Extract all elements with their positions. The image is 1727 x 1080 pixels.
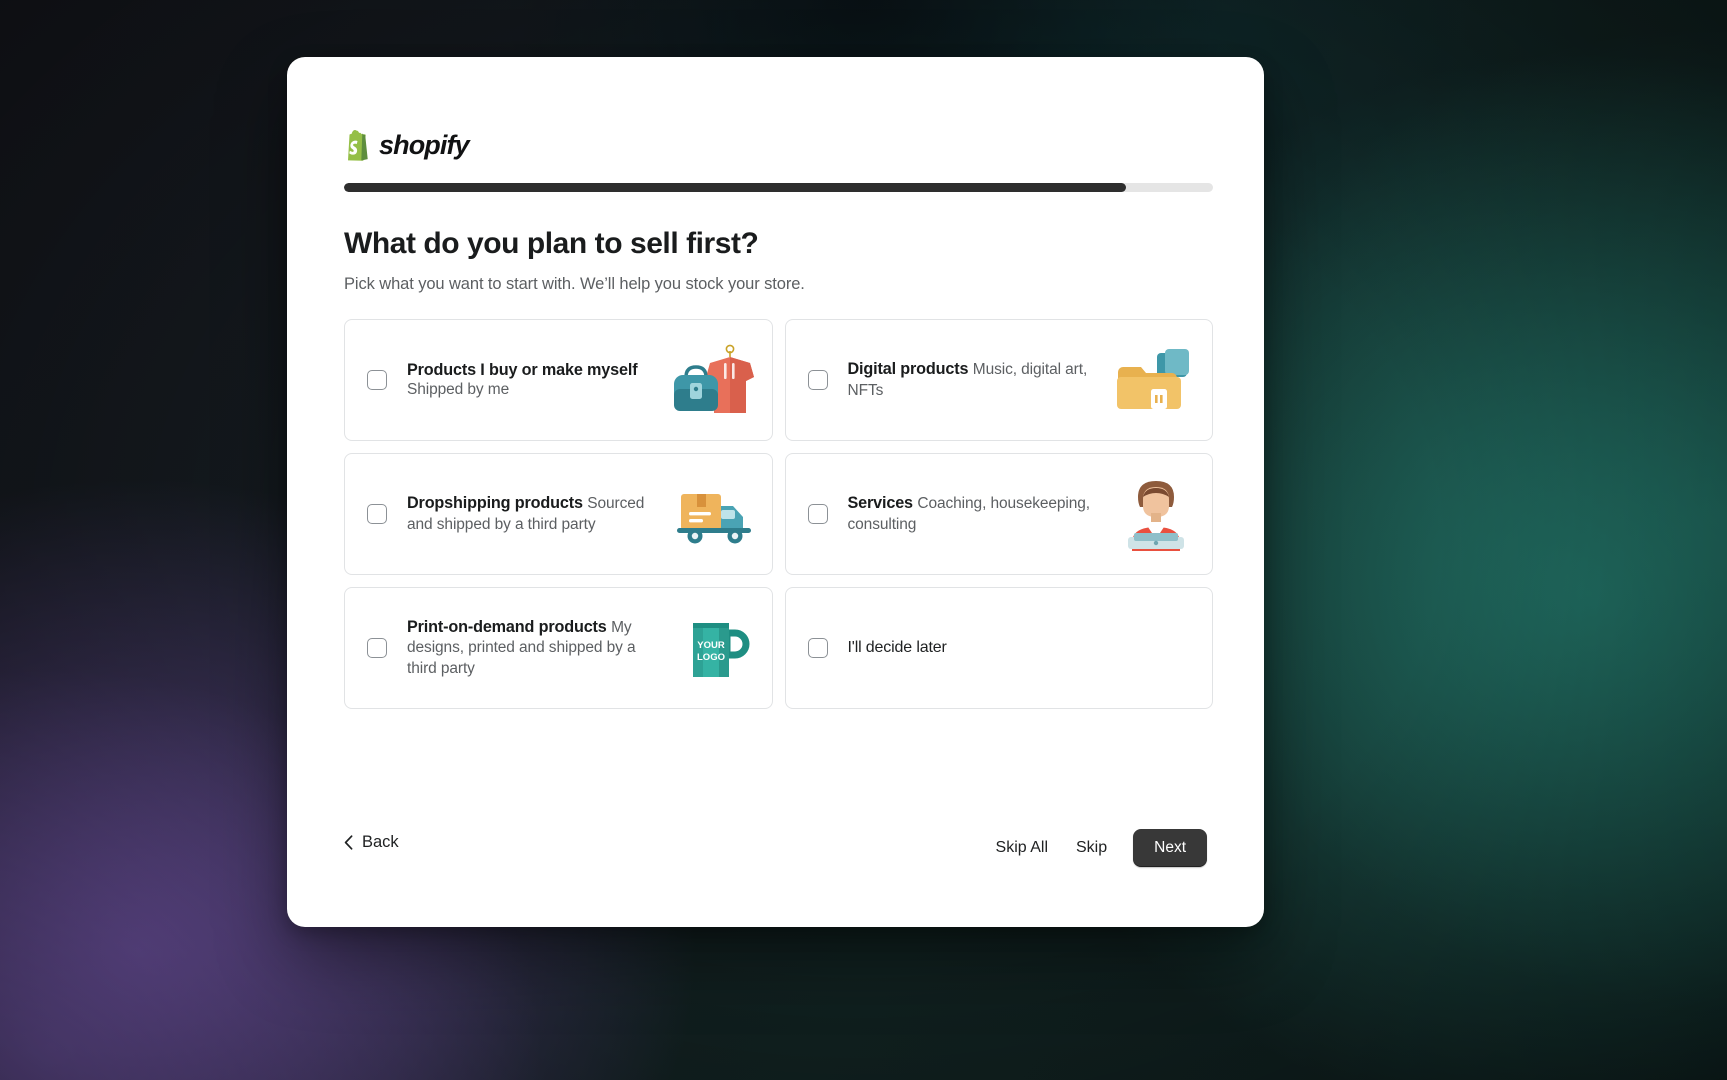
checkbox-digital-products[interactable] — [807, 370, 828, 390]
folders-illustration — [1104, 334, 1208, 426]
chevron-left-icon — [344, 835, 353, 850]
modal-footer: Back Skip All Skip Next — [344, 829, 1207, 873]
shopify-bag-icon — [344, 130, 371, 161]
options-grid: Products I buy or make myself Shipped by… — [344, 319, 1213, 709]
option-title: Print-on-demand products — [407, 618, 607, 637]
checkbox-print-on-demand-products[interactable] — [367, 638, 387, 658]
option-title: Products I buy or make myself — [407, 360, 638, 379]
logo-mug-illustration: YOUR LOGO — [664, 602, 768, 694]
checkbox-services[interactable] — [807, 504, 828, 524]
skip-button[interactable]: Skip — [1062, 830, 1121, 866]
shopify-wordmark: shopify — [379, 130, 470, 160]
service-person-illustration — [1104, 468, 1208, 560]
onboarding-modal: shopify What do you plan to sell first? … — [287, 57, 1264, 927]
skip-all-button[interactable]: Skip All — [982, 830, 1062, 866]
progress-bar — [344, 183, 1213, 192]
option-description: Shipped by me — [407, 381, 510, 399]
checkbox-ill-decide-later[interactable] — [807, 638, 828, 658]
footer-actions: Skip All Skip Next — [982, 829, 1207, 867]
checkbox-dropshipping-products[interactable] — [367, 504, 387, 524]
checkbox-products-i-buy-or-make-myself[interactable] — [367, 370, 387, 390]
no-illustration — [1104, 602, 1208, 694]
option-card-digital-products[interactable]: Digital products Music, digital art, NFT… — [784, 319, 1213, 441]
option-title: Digital products — [847, 360, 969, 379]
clothing-and-bag-illustration — [664, 334, 768, 426]
option-card-print-on-demand-products[interactable]: Print-on-demand products My designs, pri… — [344, 587, 773, 709]
option-title: Dropshipping products — [407, 494, 583, 513]
next-button[interactable]: Next — [1133, 829, 1207, 867]
shopify-logo: shopify — [344, 130, 470, 161]
progress-bar-fill — [344, 183, 1127, 192]
option-card-ill-decide-later[interactable]: I'll decide later — [784, 587, 1213, 709]
mug-logo-line1: YOUR — [697, 640, 725, 651]
option-title: I'll decide later — [847, 639, 947, 656]
option-title: Services — [847, 494, 914, 513]
page-title: What do you plan to sell first? — [344, 227, 759, 260]
back-button[interactable]: Back — [344, 833, 399, 852]
page-subtitle: Pick what you want to start with. We’ll … — [344, 275, 805, 293]
option-card-services[interactable]: Services Coaching, housekeeping, consult… — [784, 453, 1213, 575]
mug-logo-line2: LOGO — [697, 652, 725, 663]
back-button-label: Back — [362, 833, 399, 851]
option-card-dropshipping-products[interactable]: Dropshipping products Sourced and shippe… — [344, 453, 773, 575]
option-card-products-i-buy-or-make-myself[interactable]: Products I buy or make myself Shipped by… — [344, 319, 773, 441]
delivery-truck-illustration — [664, 468, 768, 560]
